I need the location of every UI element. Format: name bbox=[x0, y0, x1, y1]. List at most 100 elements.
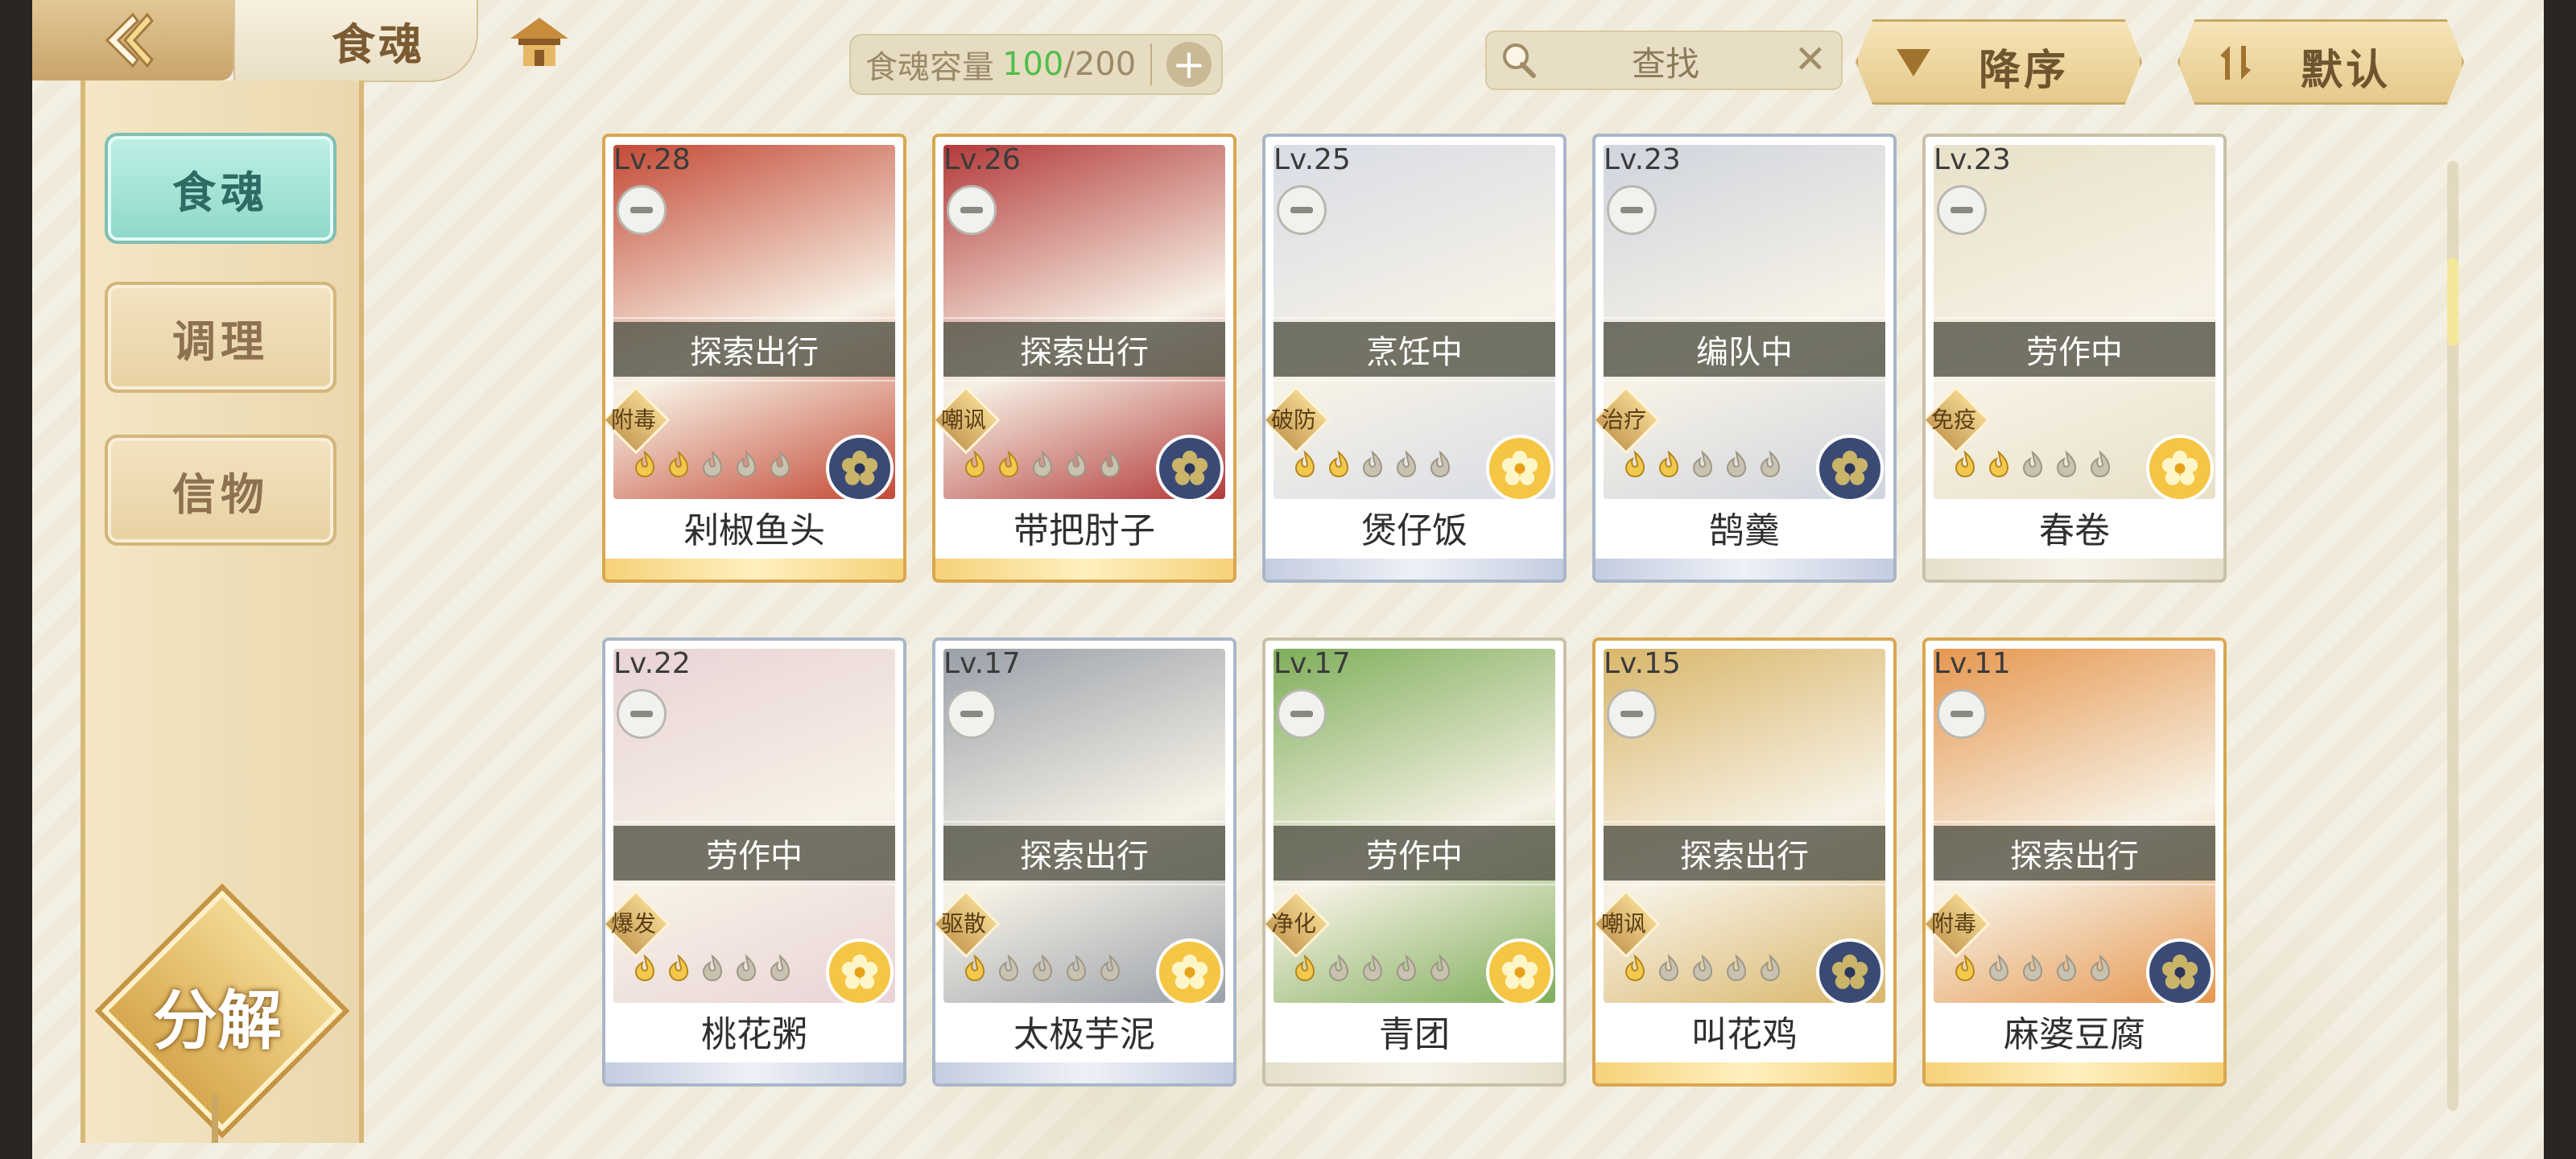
capacity-current: 100 bbox=[1002, 46, 1064, 83]
star-icon bbox=[1328, 954, 1349, 982]
card-name: 桃花粥 bbox=[605, 1003, 903, 1059]
star-rating bbox=[960, 449, 1125, 480]
star-icon bbox=[1430, 954, 1451, 982]
card-name: 带把肘子 bbox=[935, 499, 1233, 555]
search-placeholder: 查找 bbox=[1632, 44, 1700, 84]
star-icon bbox=[1760, 954, 1781, 982]
card-level: Lv.23 bbox=[1934, 143, 2011, 176]
card-rarity-bar bbox=[1926, 1062, 2223, 1083]
skill-label: 附毒 bbox=[610, 406, 656, 433]
sort-order-button[interactable]: 降序 bbox=[1856, 19, 2142, 105]
lock-toggle-icon[interactable] bbox=[1277, 185, 1327, 235]
star-icon bbox=[2022, 450, 2043, 478]
nav-item-conditioning[interactable]: 调理 bbox=[105, 282, 336, 393]
capacity-max: /200 bbox=[1063, 46, 1137, 83]
nav-item-food-souls[interactable]: 食魂 bbox=[105, 133, 336, 244]
card-rarity-bar bbox=[605, 1062, 903, 1083]
search-field[interactable]: 查找 ✕ bbox=[1485, 31, 1843, 90]
back-button[interactable] bbox=[32, 0, 233, 80]
star-icon bbox=[998, 450, 1019, 478]
sort-mode-button[interactable]: 默认 bbox=[2178, 19, 2464, 105]
star-icon bbox=[736, 954, 757, 982]
sort-down-icon bbox=[1897, 49, 1930, 76]
star-icon bbox=[1430, 450, 1451, 478]
star-icon bbox=[668, 954, 689, 982]
lock-toggle-icon[interactable] bbox=[947, 185, 997, 235]
lock-toggle-icon[interactable] bbox=[617, 185, 667, 235]
skill-label: 治疗 bbox=[1600, 406, 1646, 433]
food-soul-card[interactable]: Lv.26 探索出行 嘲讽 带把肘子 bbox=[932, 134, 1236, 583]
lock-toggle-icon[interactable] bbox=[1607, 689, 1657, 739]
nav-item-label: 信物 bbox=[172, 468, 269, 520]
skill-badge: 嘲讽 bbox=[1596, 889, 1661, 959]
star-icon bbox=[2022, 954, 2043, 982]
add-capacity-button[interactable]: + bbox=[1166, 42, 1212, 87]
lock-toggle-icon[interactable] bbox=[947, 689, 997, 739]
element-flower-icon bbox=[826, 938, 894, 1006]
star-icon bbox=[1396, 954, 1417, 982]
decompose-button[interactable]: 分解 bbox=[101, 890, 343, 1132]
card-level: Lv.23 bbox=[1604, 143, 1681, 176]
star-icon bbox=[702, 954, 723, 982]
card-level: Lv.17 bbox=[1274, 647, 1351, 680]
star-icon bbox=[668, 450, 689, 478]
star-icon bbox=[1955, 450, 1975, 478]
scrollbar[interactable] bbox=[2447, 161, 2458, 1111]
decompose-label: 分解 bbox=[153, 984, 282, 1058]
page-title: 食魂 bbox=[332, 19, 425, 70]
star-icon bbox=[1692, 954, 1713, 982]
capacity-label: 食魂容量 bbox=[865, 49, 994, 86]
skill-badge: 治疗 bbox=[1596, 386, 1661, 455]
pavilion-icon[interactable] bbox=[507, 14, 572, 71]
lock-toggle-icon[interactable] bbox=[1937, 689, 1987, 739]
lock-toggle-icon[interactable] bbox=[617, 689, 667, 739]
skill-badge: 嘲讽 bbox=[935, 386, 1001, 455]
food-soul-card[interactable]: Lv.11 探索出行 附毒 麻婆豆腐 bbox=[1922, 637, 2227, 1087]
scrollbar-thumb[interactable] bbox=[2447, 258, 2458, 346]
lock-toggle-icon[interactable] bbox=[1277, 689, 1327, 739]
nav-item-label: 食魂 bbox=[172, 167, 269, 218]
star-icon bbox=[1032, 450, 1053, 478]
nav-item-label: 调理 bbox=[172, 316, 269, 367]
lock-toggle-icon[interactable] bbox=[1937, 185, 1987, 235]
star-icon bbox=[770, 954, 791, 982]
star-icon bbox=[2056, 450, 2077, 478]
lock-toggle-icon[interactable] bbox=[1607, 185, 1657, 235]
food-soul-card[interactable]: Lv.28 探索出行 附毒 剁椒鱼头 bbox=[602, 134, 906, 583]
star-icon bbox=[964, 954, 985, 982]
card-status: 编队中 bbox=[1604, 317, 1885, 382]
star-icon bbox=[1692, 450, 1713, 478]
card-status: 劳作中 bbox=[1274, 821, 1555, 885]
element-flower-icon bbox=[1816, 435, 1884, 502]
star-rating bbox=[630, 953, 795, 984]
star-icon bbox=[634, 954, 655, 982]
card-level: Lv.28 bbox=[613, 143, 691, 176]
element-flower-icon bbox=[2146, 938, 2214, 1006]
star-icon bbox=[736, 450, 757, 478]
food-soul-card[interactable]: Lv.25 烹饪中 破防 煲仔饭 bbox=[1262, 134, 1567, 583]
skill-label: 驱散 bbox=[940, 910, 986, 937]
clear-search-icon[interactable]: ✕ bbox=[1794, 37, 1827, 82]
food-soul-card[interactable]: Lv.22 劳作中 爆发 桃花粥 bbox=[602, 637, 906, 1087]
star-icon bbox=[1362, 450, 1383, 478]
star-rating bbox=[1950, 953, 2116, 984]
star-rating bbox=[1620, 449, 1785, 480]
food-soul-card[interactable]: Lv.15 探索出行 嘲讽 叫花鸡 bbox=[1592, 637, 1897, 1087]
star-icon bbox=[2090, 954, 2111, 982]
star-icon bbox=[1066, 954, 1087, 982]
star-icon bbox=[2090, 450, 2111, 478]
sort-order-label: 降序 bbox=[1979, 47, 2070, 95]
food-soul-card[interactable]: Lv.17 探索出行 驱散 太极芋泥 bbox=[932, 637, 1236, 1087]
star-icon bbox=[702, 450, 723, 478]
nav-item-tokens[interactable]: 信物 bbox=[105, 435, 336, 546]
page-title-tab: 食魂 bbox=[233, 0, 478, 82]
card-name: 鹄羹 bbox=[1596, 499, 1893, 555]
element-flower-icon bbox=[1156, 938, 1224, 1006]
card-rarity-bar bbox=[1596, 1062, 1893, 1083]
food-soul-card[interactable]: Lv.23 编队中 治疗 鹄羹 bbox=[1592, 134, 1897, 583]
card-level: Lv.22 bbox=[613, 647, 691, 680]
star-rating bbox=[1290, 449, 1455, 480]
food-soul-card[interactable]: Lv.17 劳作中 净化 青团 bbox=[1262, 637, 1567, 1087]
food-soul-card[interactable]: Lv.23 劳作中 免疫 春卷 bbox=[1922, 134, 2227, 583]
star-rating bbox=[1290, 953, 1455, 984]
